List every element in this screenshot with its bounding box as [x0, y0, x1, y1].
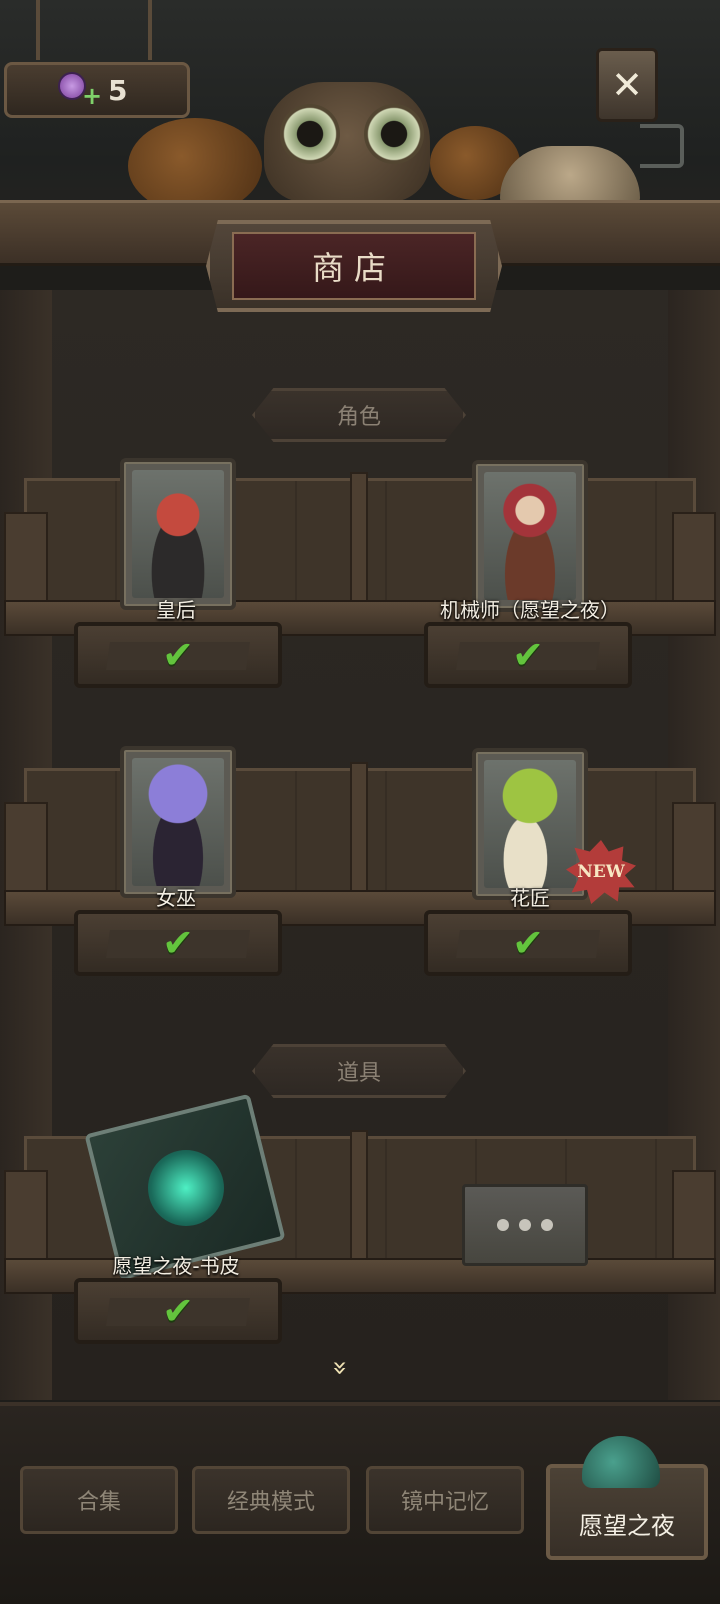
check-icon: ✔	[162, 1289, 194, 1333]
owl-eye-right	[364, 104, 424, 164]
exit-icon[interactable]	[640, 124, 684, 168]
check-icon: ✔	[512, 633, 544, 677]
check-icon: ✔	[162, 633, 194, 677]
character-card-mechanic[interactable]	[472, 460, 588, 612]
plus-icon[interactable]: +	[82, 84, 102, 108]
more-icon	[497, 1219, 509, 1231]
character-name: 女巫	[156, 886, 196, 910]
section-header-characters: 角色	[252, 388, 466, 442]
character-card-gardener[interactable]	[472, 748, 588, 900]
book-gem-decor	[148, 1150, 224, 1226]
owned-sign: ✔	[74, 622, 282, 688]
rope-right	[148, 0, 152, 60]
tab-mirror-memory[interactable]: 镜中记忆	[366, 1466, 524, 1534]
character-card-queen[interactable]	[120, 458, 236, 610]
rope-left	[36, 0, 40, 60]
section-header-items: 道具	[252, 1044, 466, 1098]
owl-eye-left	[280, 104, 340, 164]
item-name: 愿望之夜-书皮	[112, 1254, 240, 1278]
owned-sign: ✔	[424, 622, 632, 688]
close-icon: ✕	[611, 63, 643, 107]
page-title: 商店	[232, 232, 476, 300]
check-icon: ✔	[162, 921, 194, 965]
check-icon: ✔	[512, 921, 544, 965]
gardener-portrait	[484, 760, 576, 888]
scroll-down-icon[interactable]: »	[325, 1360, 355, 1368]
more-items-card[interactable]	[462, 1184, 588, 1266]
character-name: 机械师（愿望之夜）	[440, 598, 620, 622]
witch-portrait	[132, 758, 224, 886]
new-badge-label: NEW	[577, 862, 625, 882]
character-name: 皇后	[156, 598, 196, 622]
mechanic-portrait	[484, 472, 576, 600]
queen-portrait	[132, 470, 224, 598]
close-button[interactable]: ✕	[596, 48, 658, 122]
tab-classic-mode[interactable]: 经典模式	[192, 1466, 350, 1534]
currency-value: 5	[108, 74, 128, 107]
owned-sign: ✔	[74, 910, 282, 976]
character-card-witch[interactable]	[120, 746, 236, 898]
owned-sign: ✔	[74, 1278, 282, 1344]
character-name: 花匠	[510, 886, 550, 910]
tab-collection[interactable]: 合集	[20, 1466, 178, 1534]
owned-sign: ✔	[424, 910, 632, 976]
